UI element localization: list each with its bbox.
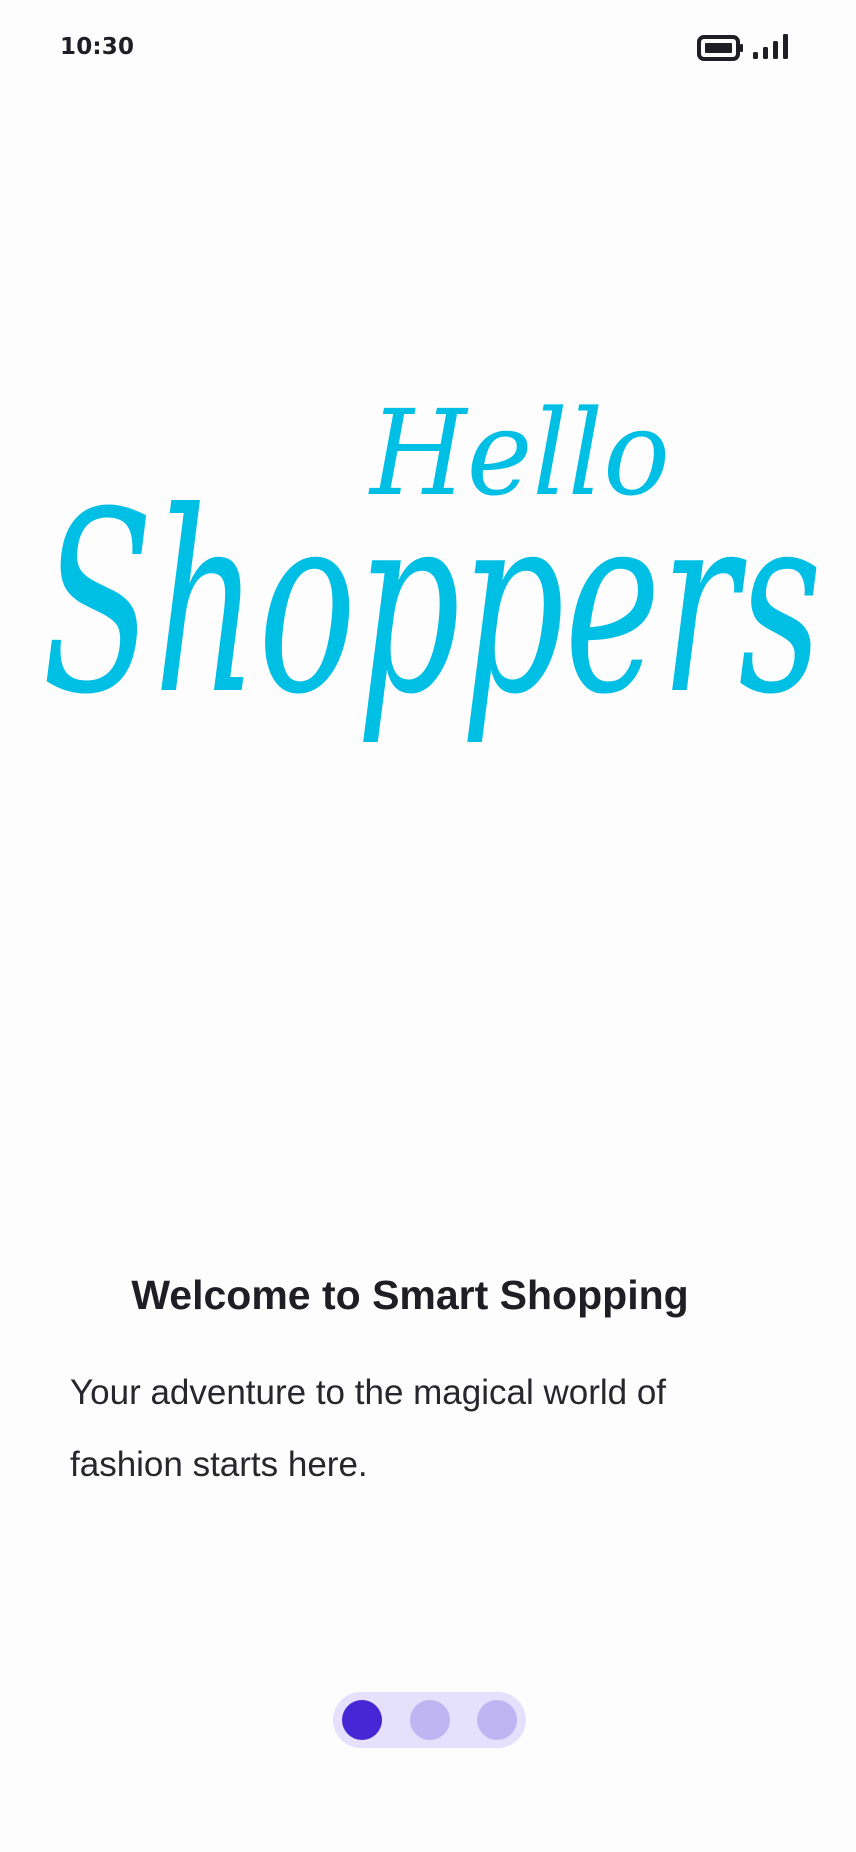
page-indicator bbox=[333, 1692, 526, 1748]
page-dot-2[interactable] bbox=[410, 1700, 450, 1740]
onboarding-description: Your adventure to the magical world of f… bbox=[70, 1357, 770, 1501]
battery-icon bbox=[697, 35, 743, 61]
onboarding-title: Welcome to Smart Shopping bbox=[131, 1272, 689, 1318]
description-line-1: Your adventure to the magical world of bbox=[70, 1373, 667, 1412]
hello-shoppers-logo: Hello Shoppers bbox=[42, 390, 822, 749]
description-line-2: fashion starts here. bbox=[70, 1445, 368, 1484]
status-bar: 10:30 bbox=[0, 0, 856, 96]
page-dot-1[interactable] bbox=[342, 1700, 382, 1740]
signal-icon bbox=[753, 34, 788, 59]
page-dot-3[interactable] bbox=[477, 1700, 517, 1740]
logo-shoppers-text: Shoppers bbox=[42, 458, 822, 749]
status-time: 10:30 bbox=[60, 34, 135, 60]
